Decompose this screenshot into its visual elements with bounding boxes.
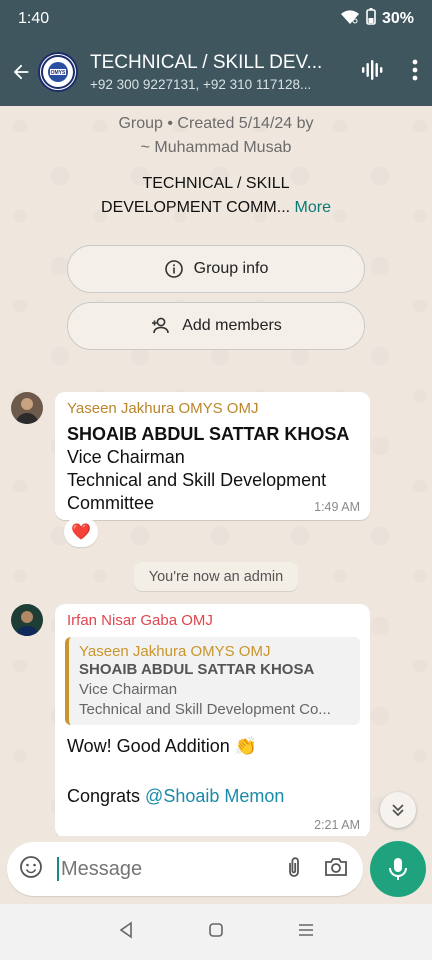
user-avatar-icon	[11, 392, 43, 424]
camera-icon[interactable]	[323, 856, 349, 883]
message-text: Congrats @Shoaib Memon	[67, 786, 285, 806]
user-avatar-icon	[11, 604, 43, 636]
quoted-line: Vice Chairman	[79, 681, 178, 698]
message-time: 1:49 AM	[314, 500, 360, 514]
microphone-button[interactable]	[370, 841, 426, 897]
double-chevron-down-icon	[392, 804, 404, 817]
info-icon	[164, 260, 183, 278]
chat-title: TECHNICAL / SKILL DEV...	[90, 52, 323, 73]
quoted-message[interactable]: Yaseen Jakhura OMYS OMJ SHOAIB ABDUL SAT…	[65, 637, 360, 725]
group-avatar[interactable]: OMYS	[38, 52, 78, 92]
message-text: Wow! Good Addition 👏	[67, 736, 258, 756]
nav-home-icon[interactable]	[208, 922, 224, 943]
message-bubble[interactable]: Yaseen Jakhura OMYS OMJ SHOAIB ABDUL SAT…	[55, 392, 370, 520]
heart-icon: ❤️	[71, 524, 91, 541]
group-info-button[interactable]: Group info	[67, 245, 365, 293]
svg-text:OMYS: OMYS	[51, 70, 66, 76]
add-members-button[interactable]: Add members	[67, 302, 365, 350]
chat-participants: +92 300 9227131, +92 310 117128...	[90, 77, 312, 92]
battery-icon	[366, 8, 376, 30]
chat-header: OMYS TECHNICAL / SKILL DEV... +92 300 92…	[0, 38, 432, 106]
emoji-icon[interactable]	[19, 855, 43, 884]
message-line: Vice Chairman	[67, 447, 185, 467]
chat-area[interactable]: Group • Created 5/14/24 by ~ Muhammad Mu…	[0, 106, 432, 836]
system-navigation-bar	[0, 904, 432, 960]
back-button[interactable]	[4, 61, 38, 83]
nav-menu-icon[interactable]	[297, 922, 315, 943]
message-composer	[7, 842, 363, 896]
message-line: SHOAIB ABDUL SATTAR KHOSA	[67, 424, 350, 444]
battery-percent: 30%	[381, 10, 414, 27]
microphone-icon	[389, 858, 407, 880]
message-time: 2:21 AM	[314, 818, 360, 832]
message-input[interactable]	[57, 857, 247, 881]
reaction-badge[interactable]: ❤️	[64, 517, 98, 547]
group-logo-icon: OMYS	[41, 55, 75, 89]
wifi-icon	[340, 9, 360, 30]
avatar[interactable]	[11, 392, 43, 424]
add-person-icon	[152, 317, 170, 334]
chat-title-block[interactable]: TECHNICAL / SKILL DEV... +92 300 9227131…	[90, 52, 340, 92]
more-options-icon[interactable]	[412, 59, 418, 86]
status-time: 1:40	[18, 10, 50, 27]
mention-link[interactable]: @Shoaib Memon	[145, 786, 284, 806]
quoted-sender: Yaseen Jakhura OMYS OMJ	[79, 643, 271, 660]
group-description: TECHNICAL / SKILL DEVELOPMENT COMM... Mo…	[101, 175, 331, 216]
system-message: You're now an admin	[134, 562, 298, 591]
arrow-left-icon	[13, 64, 29, 80]
paperclip-icon[interactable]	[283, 855, 305, 884]
quoted-line: SHOAIB ABDUL SATTAR KHOSA	[79, 661, 315, 678]
more-link[interactable]: More	[295, 199, 331, 216]
nav-back-icon[interactable]	[117, 920, 135, 944]
message-sender[interactable]: Irfan Nisar Gaba OMJ	[67, 612, 360, 629]
message-sender[interactable]: Yaseen Jakhura OMYS OMJ	[67, 400, 358, 417]
quoted-line: Technical and Skill Development Co...	[79, 701, 331, 718]
message-line: Technical and Skill Development	[67, 470, 327, 490]
group-created-info: Group • Created 5/14/24 by ~ Muhammad Mu…	[118, 115, 314, 156]
status-bar: 1:40 30%	[0, 0, 432, 38]
voice-chat-icon[interactable]	[360, 58, 384, 87]
status-icons: 30%	[340, 8, 414, 30]
message-bubble[interactable]: Irfan Nisar Gaba OMJ Yaseen Jakhura OMYS…	[55, 604, 370, 836]
avatar[interactable]	[11, 604, 43, 636]
scroll-to-bottom-button[interactable]	[380, 792, 416, 828]
